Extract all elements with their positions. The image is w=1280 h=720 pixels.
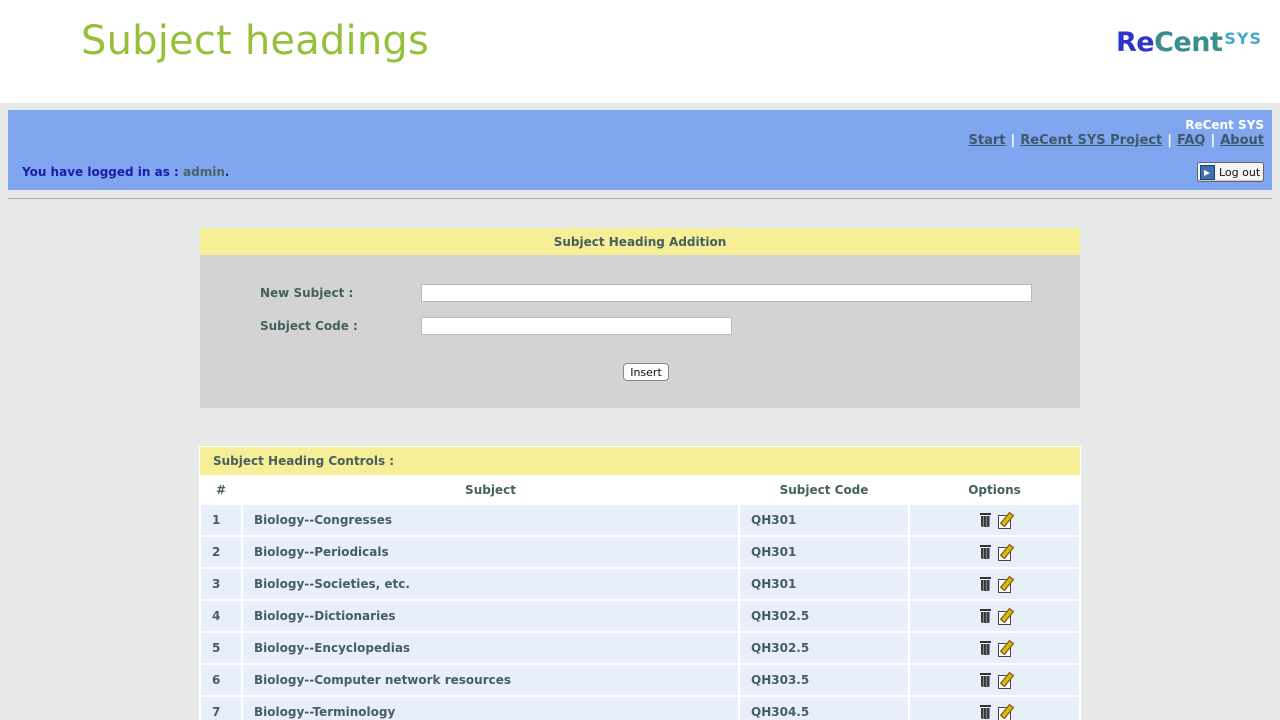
table-header-row: # Subject Subject Code Options — [201, 477, 1079, 503]
new-subject-input[interactable] — [421, 284, 1032, 302]
logout-label: Log out — [1219, 165, 1261, 179]
row-subject-code: QH301 — [740, 537, 908, 567]
row-subject: Biology--Dictionaries — [243, 601, 738, 631]
column-header-options: Options — [910, 477, 1079, 503]
edit-icon[interactable] — [997, 705, 1012, 720]
row-number: 4 — [201, 601, 241, 631]
divider — [8, 198, 1272, 199]
row-subject-code: QH302.5 — [740, 601, 908, 631]
login-info: You have logged in as : admin. — [22, 165, 230, 179]
column-header-subject: Subject — [243, 477, 738, 503]
top-nav: Start | ReCent SYS Project | FAQ | About — [969, 133, 1264, 148]
row-subject-code: QH304.5 — [740, 697, 908, 720]
insert-button[interactable]: Insert — [623, 363, 669, 381]
edit-icon[interactable] — [997, 641, 1012, 658]
edit-icon[interactable] — [997, 577, 1012, 594]
nav-separator: | — [1010, 133, 1016, 148]
row-number: 1 — [201, 505, 241, 535]
nav-link-faq[interactable]: FAQ — [1177, 133, 1206, 148]
subject-heading-addition-panel: Subject Heading Addition New Subject : S… — [200, 228, 1080, 408]
table-row: 1 Biology--Congresses QH301 — [201, 505, 1079, 535]
nav-separator: | — [1167, 133, 1172, 148]
subject-code-label: Subject Code : — [260, 319, 358, 333]
new-subject-label: New Subject : — [260, 286, 354, 300]
column-header-subject-code: Subject Code — [740, 477, 908, 503]
row-options — [910, 601, 1079, 631]
row-options — [910, 665, 1079, 695]
trash-icon[interactable] — [978, 577, 993, 592]
table-row: 2 Biology--Periodicals QH301 — [201, 537, 1079, 567]
subject-heading-controls-panel: Subject Heading Controls : # Subject Sub… — [199, 446, 1081, 720]
addition-panel-title: Subject Heading Addition — [200, 228, 1080, 255]
subject-headings-table: # Subject Subject Code Options 1 Biology… — [199, 475, 1081, 720]
nav-link-about[interactable]: About — [1220, 133, 1264, 148]
row-number: 5 — [201, 633, 241, 663]
row-subject-code: QH301 — [740, 505, 908, 535]
row-subject-code: QH301 — [740, 569, 908, 599]
edit-icon[interactable] — [997, 609, 1012, 626]
logout-button[interactable]: Log out — [1197, 162, 1264, 182]
slide-header: Subject headings ReCent SYS — [0, 0, 1280, 103]
table-row: 4 Biology--Dictionaries QH302.5 — [201, 601, 1079, 631]
logout-icon — [1200, 164, 1215, 180]
row-number: 3 — [201, 569, 241, 599]
nav-link-project[interactable]: ReCent SYS Project — [1020, 133, 1162, 148]
row-subject: Biology--Computer network resources — [243, 665, 738, 695]
row-subject: Biology--Encyclopedias — [243, 633, 738, 663]
page-title: Subject headings — [81, 18, 430, 64]
nav-separator: | — [1210, 133, 1216, 148]
edit-icon[interactable] — [997, 545, 1012, 562]
table-row: 3 Biology--Societies, etc. QH301 — [201, 569, 1079, 599]
subject-code-input[interactable] — [421, 317, 732, 335]
nav-link-start[interactable]: Start — [969, 133, 1006, 148]
row-subject: Biology--Periodicals — [243, 537, 738, 567]
trash-icon[interactable] — [978, 513, 993, 528]
column-header-number: # — [201, 477, 241, 503]
row-options — [910, 569, 1079, 599]
table-row: 7 Biology--Terminology QH304.5 — [201, 697, 1079, 720]
row-options — [910, 697, 1079, 720]
brand-text: ReCent SYS — [1185, 118, 1264, 132]
row-subject: Biology--Congresses — [243, 505, 738, 535]
row-options — [910, 537, 1079, 567]
recentsys-logo: ReCent SYS — [1115, 27, 1262, 58]
row-number: 2 — [201, 537, 241, 567]
top-bar: ReCent SYS Start | ReCent SYS Project | FAQ |… — [8, 110, 1272, 190]
row-subject: Biology--Terminology — [243, 697, 738, 720]
trash-icon[interactable] — [978, 641, 993, 656]
table-row: 6 Biology--Computer network resources QH… — [201, 665, 1079, 695]
row-number: 6 — [201, 665, 241, 695]
login-username: admin — [183, 165, 225, 179]
trash-icon[interactable] — [978, 673, 993, 688]
row-subject: Biology--Societies, etc. — [243, 569, 738, 599]
trash-icon[interactable] — [978, 705, 993, 720]
edit-icon[interactable] — [997, 673, 1012, 690]
row-number: 7 — [201, 697, 241, 720]
trash-icon[interactable] — [978, 609, 993, 624]
row-options — [910, 633, 1079, 663]
trash-icon[interactable] — [978, 545, 993, 560]
row-subject-code: QH303.5 — [740, 665, 908, 695]
controls-panel-title: Subject Heading Controls : — [200, 447, 1080, 475]
row-options — [910, 505, 1079, 535]
row-subject-code: QH302.5 — [740, 633, 908, 663]
login-prefix: You have logged in as : — [22, 165, 179, 179]
table-row: 5 Biology--Encyclopedias QH302.5 — [201, 633, 1079, 663]
edit-icon[interactable] — [997, 513, 1012, 530]
